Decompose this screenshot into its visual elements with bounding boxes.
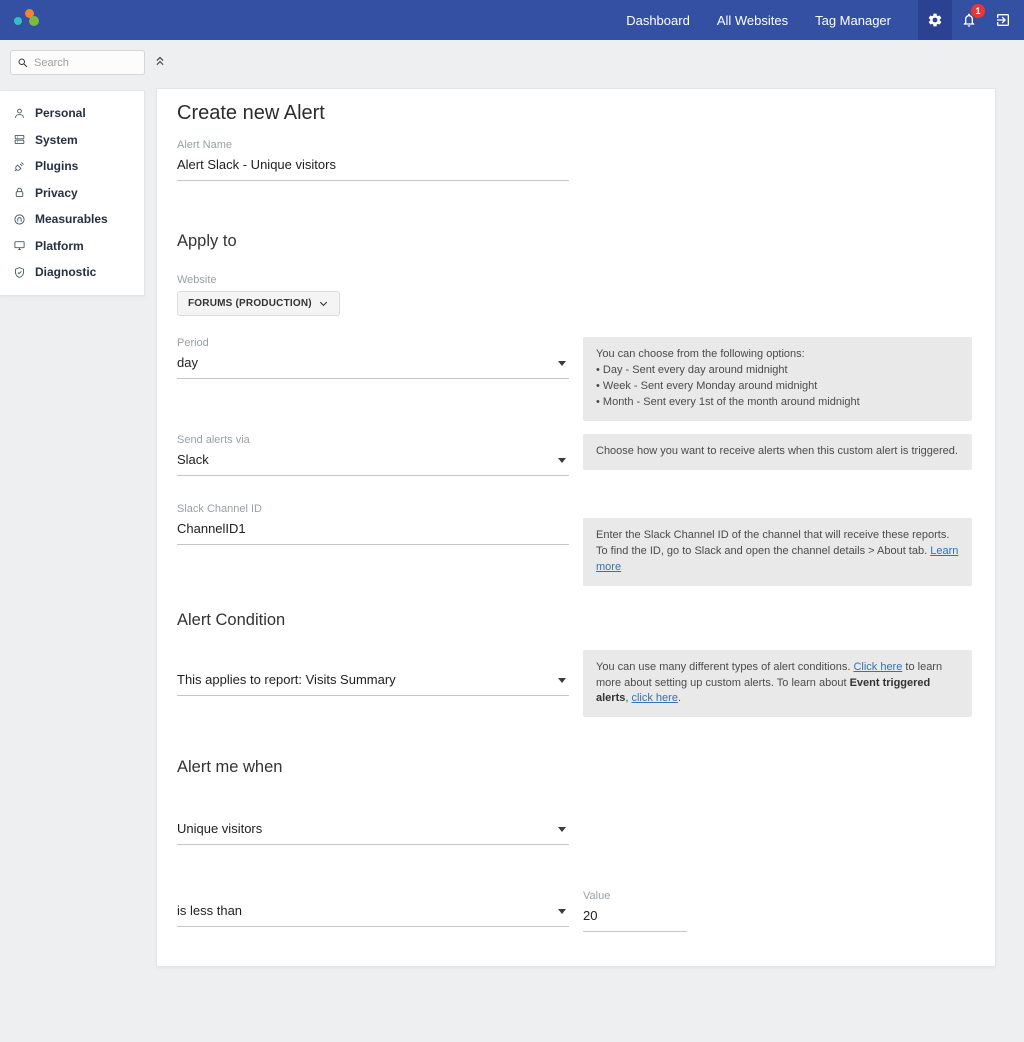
server-icon bbox=[13, 133, 26, 146]
period-help-item: • Month - Sent every 1st of the month ar… bbox=[596, 395, 959, 411]
sidebar-item-privacy[interactable]: Privacy bbox=[0, 180, 144, 207]
report-select[interactable]: This applies to report: Visits Summary bbox=[177, 650, 569, 696]
settings-button[interactable] bbox=[918, 0, 952, 40]
logo-dot-green bbox=[29, 16, 39, 26]
alert-name-input[interactable]: Alert Slack - Unique visitors bbox=[177, 151, 569, 181]
website-selector-button[interactable]: FORUMS (PRODUCTION) bbox=[177, 291, 340, 316]
send-via-value: Slack bbox=[177, 446, 569, 476]
sidebar-item-diagnostic[interactable]: Diagnostic bbox=[0, 259, 144, 286]
report-value: This applies to report: Visits Summary bbox=[177, 666, 569, 696]
collapse-menu-button[interactable] bbox=[153, 54, 167, 73]
sidebar-item-system[interactable]: System bbox=[0, 127, 144, 154]
comparison-select[interactable]: is less than bbox=[177, 881, 569, 927]
nav-link[interactable]: Tag Manager bbox=[815, 13, 891, 28]
sidebar-item-personal[interactable]: Personal bbox=[0, 100, 144, 127]
click-here-link-1[interactable]: Click here bbox=[853, 661, 902, 673]
website-label: Website bbox=[177, 274, 972, 286]
apply-to-heading: Apply to bbox=[177, 232, 972, 251]
comparison-value: is less than bbox=[177, 897, 569, 927]
value-group[interactable]: Value 20 bbox=[583, 881, 687, 932]
shield-check-icon bbox=[13, 266, 26, 279]
logo-dot-teal bbox=[14, 17, 22, 25]
website-selector-value: FORUMS (PRODUCTION) bbox=[188, 298, 312, 309]
click-here-link-2[interactable]: click here bbox=[631, 692, 677, 704]
matomo-logo[interactable] bbox=[14, 6, 48, 34]
period-help-item: • Week - Sent every Monday around midnig… bbox=[596, 379, 959, 395]
alert-name-group[interactable]: Alert Name Alert Slack - Unique visitors bbox=[177, 139, 569, 181]
sign-out-button[interactable] bbox=[986, 0, 1020, 40]
nav-links: Dashboard All Websites Tag Manager bbox=[626, 13, 918, 28]
dropdown-caret-icon bbox=[558, 458, 566, 463]
page-title: Create new Alert bbox=[177, 102, 972, 125]
period-value: day bbox=[177, 349, 569, 379]
search-icon bbox=[17, 57, 29, 69]
measurable-icon bbox=[13, 213, 26, 226]
metric-value: Unique visitors bbox=[177, 815, 569, 845]
condition-help: You can use many different types of aler… bbox=[583, 650, 972, 718]
value-label: Value bbox=[583, 890, 687, 902]
notifications-button[interactable]: 1 bbox=[952, 0, 986, 40]
dropdown-caret-icon bbox=[558, 361, 566, 366]
period-help-intro: You can choose from the following option… bbox=[596, 347, 959, 363]
slack-channel-group[interactable]: Slack Channel ID ChannelID1 bbox=[177, 503, 569, 545]
sign-out-icon bbox=[995, 12, 1011, 28]
chevron-down-icon bbox=[318, 298, 329, 309]
period-help: You can choose from the following option… bbox=[583, 337, 972, 421]
nav-link[interactable]: Dashboard bbox=[626, 13, 690, 28]
send-via-label: Send alerts via bbox=[177, 434, 569, 446]
create-alert-card: Create new Alert Alert Name Alert Slack … bbox=[156, 88, 996, 967]
monitor-icon bbox=[13, 239, 26, 252]
notification-badge[interactable]: 1 bbox=[971, 4, 985, 18]
top-navbar: Dashboard All Websites Tag Manager 1 bbox=[0, 0, 1024, 40]
sidebar-item-measurables[interactable]: Measurables bbox=[0, 206, 144, 233]
send-via-select[interactable]: Send alerts via Slack bbox=[177, 434, 569, 476]
send-via-help: Choose how you want to receive alerts wh… bbox=[583, 434, 972, 470]
alert-condition-heading: Alert Condition bbox=[177, 611, 972, 630]
nav-link[interactable]: All Websites bbox=[717, 13, 788, 28]
alert-me-when-heading: Alert me when bbox=[177, 758, 972, 777]
lock-icon bbox=[13, 186, 26, 199]
period-select[interactable]: Period day bbox=[177, 337, 569, 379]
slack-channel-help: Enter the Slack Channel ID of the channe… bbox=[583, 518, 972, 586]
plug-icon bbox=[13, 160, 26, 173]
period-help-item: • Day - Sent every day around midnight bbox=[596, 363, 959, 379]
search-input[interactable] bbox=[34, 57, 138, 69]
person-icon bbox=[13, 107, 26, 120]
sidebar-item-platform[interactable]: Platform bbox=[0, 233, 144, 260]
metric-select[interactable]: Unique visitors bbox=[177, 815, 569, 845]
dropdown-caret-icon bbox=[558, 827, 566, 832]
sidebar-item-plugins[interactable]: Plugins bbox=[0, 153, 144, 180]
alert-name-label: Alert Name bbox=[177, 139, 569, 151]
double-chevron-up-icon bbox=[153, 54, 167, 68]
slack-channel-input[interactable]: ChannelID1 bbox=[177, 515, 569, 545]
admin-sidebar: Personal System Plugins Privacy Measurab… bbox=[0, 90, 145, 296]
value-input[interactable]: 20 bbox=[583, 902, 687, 932]
search-box[interactable] bbox=[10, 50, 145, 75]
period-label: Period bbox=[177, 337, 569, 349]
dropdown-caret-icon bbox=[558, 678, 566, 683]
dropdown-caret-icon bbox=[558, 909, 566, 914]
slack-channel-label: Slack Channel ID bbox=[177, 503, 569, 515]
gear-icon bbox=[927, 12, 943, 28]
